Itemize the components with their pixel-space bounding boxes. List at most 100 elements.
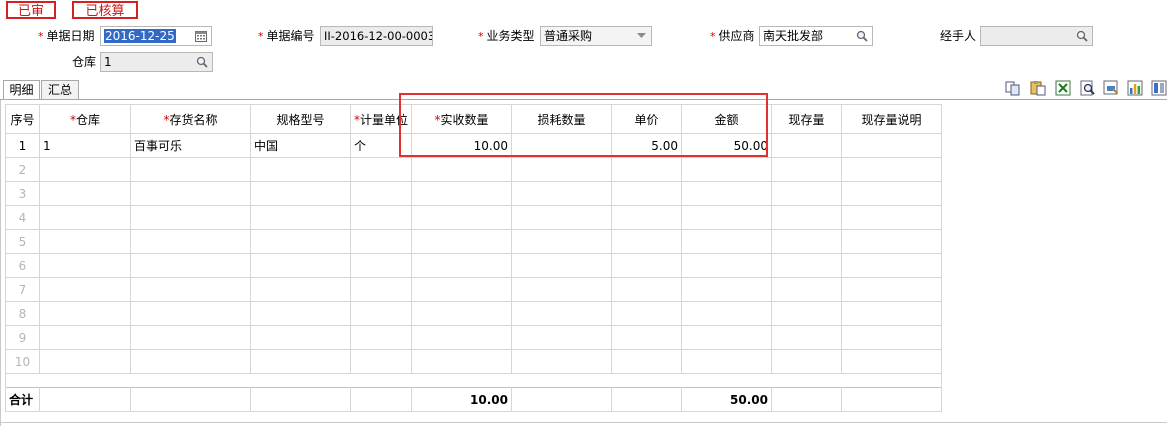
table-row[interactable]: 9 bbox=[5, 325, 943, 350]
cell[interactable] bbox=[771, 157, 843, 182]
cell[interactable] bbox=[511, 229, 613, 254]
date-field[interactable]: 2016-12-25 bbox=[100, 26, 212, 46]
cell-name[interactable]: 百事可乐 bbox=[130, 133, 251, 158]
cell[interactable] bbox=[841, 205, 943, 230]
cell-price[interactable]: 5.00 bbox=[611, 133, 683, 158]
table-row[interactable]: 8 bbox=[5, 301, 943, 326]
cell[interactable] bbox=[39, 325, 131, 350]
cell[interactable] bbox=[611, 253, 683, 278]
col-header-loss[interactable]: 损耗数量 bbox=[511, 104, 613, 134]
paste-icon[interactable] bbox=[1029, 79, 1047, 97]
col-header-name[interactable]: *存货名称 bbox=[130, 104, 251, 134]
cell-spec[interactable]: 中国 bbox=[250, 133, 351, 158]
number-field[interactable]: II-2016-12-00-0003 bbox=[320, 26, 433, 46]
cell[interactable] bbox=[841, 301, 943, 326]
col-header-stock[interactable]: 现存量 bbox=[771, 104, 843, 134]
cell[interactable] bbox=[841, 277, 943, 302]
cell[interactable] bbox=[250, 253, 351, 278]
tab-detail[interactable]: 明细 bbox=[3, 80, 40, 100]
cell[interactable] bbox=[681, 349, 773, 374]
cell[interactable] bbox=[771, 253, 843, 278]
cell[interactable] bbox=[681, 277, 773, 302]
cell[interactable] bbox=[39, 157, 131, 182]
cell[interactable] bbox=[411, 181, 513, 206]
cell[interactable] bbox=[771, 349, 843, 374]
cell[interactable] bbox=[250, 181, 351, 206]
cell[interactable] bbox=[349, 349, 413, 374]
cell[interactable] bbox=[411, 253, 513, 278]
cell-warehouse[interactable]: 1 bbox=[39, 133, 131, 158]
cell[interactable] bbox=[681, 157, 773, 182]
cell[interactable] bbox=[250, 157, 351, 182]
excel-export-icon[interactable] bbox=[1054, 79, 1072, 97]
cell[interactable] bbox=[611, 301, 683, 326]
cell[interactable] bbox=[771, 205, 843, 230]
cell[interactable] bbox=[39, 181, 131, 206]
col-header-spec[interactable]: 规格型号 bbox=[250, 104, 351, 134]
cell[interactable] bbox=[349, 325, 413, 350]
table-row[interactable]: 10 bbox=[5, 349, 943, 374]
cell[interactable] bbox=[511, 301, 613, 326]
cell[interactable] bbox=[39, 205, 131, 230]
cell[interactable] bbox=[130, 349, 251, 374]
table-row[interactable]: 6 bbox=[5, 253, 943, 278]
supplier-field[interactable]: 南天批发部 bbox=[759, 26, 873, 46]
table-row[interactable]: 3 bbox=[5, 181, 943, 206]
cell[interactable] bbox=[39, 349, 131, 374]
cell[interactable] bbox=[511, 325, 613, 350]
handler-field[interactable] bbox=[980, 26, 1093, 46]
cell[interactable] bbox=[681, 301, 773, 326]
cell[interactable] bbox=[511, 253, 613, 278]
cell[interactable] bbox=[130, 157, 251, 182]
settings-icon[interactable] bbox=[1150, 79, 1167, 97]
cell[interactable] bbox=[771, 229, 843, 254]
cell[interactable] bbox=[611, 277, 683, 302]
cell[interactable] bbox=[611, 349, 683, 374]
col-header-price[interactable]: 单价 bbox=[611, 104, 683, 134]
cell[interactable] bbox=[349, 181, 413, 206]
cell[interactable] bbox=[511, 277, 613, 302]
col-header-unit[interactable]: *计量单位 bbox=[349, 104, 413, 134]
cell[interactable] bbox=[39, 301, 131, 326]
cell[interactable] bbox=[841, 229, 943, 254]
cell[interactable] bbox=[130, 253, 251, 278]
cell-unit[interactable]: 个 bbox=[349, 133, 413, 158]
cell[interactable] bbox=[771, 277, 843, 302]
cell[interactable] bbox=[511, 157, 613, 182]
cell[interactable] bbox=[411, 349, 513, 374]
cell[interactable] bbox=[511, 205, 613, 230]
cell[interactable] bbox=[841, 253, 943, 278]
cell[interactable] bbox=[39, 277, 131, 302]
cell[interactable] bbox=[611, 157, 683, 182]
cell[interactable] bbox=[681, 325, 773, 350]
cell[interactable] bbox=[511, 181, 613, 206]
search-icon[interactable] bbox=[194, 54, 210, 70]
cell[interactable] bbox=[250, 349, 351, 374]
cell[interactable] bbox=[250, 301, 351, 326]
cell[interactable] bbox=[411, 229, 513, 254]
table-row[interactable]: 4 bbox=[5, 205, 943, 230]
cell[interactable] bbox=[411, 325, 513, 350]
cell[interactable] bbox=[411, 157, 513, 182]
cell[interactable] bbox=[411, 301, 513, 326]
cell[interactable] bbox=[611, 181, 683, 206]
table-row[interactable]: 1 1 百事可乐 中国 个 10.00 5.00 50.00 bbox=[5, 133, 943, 158]
cell[interactable] bbox=[130, 277, 251, 302]
cell[interactable] bbox=[771, 181, 843, 206]
cell[interactable] bbox=[681, 229, 773, 254]
preview-icon[interactable] bbox=[1079, 79, 1097, 97]
warehouse-field[interactable]: 1 bbox=[100, 52, 213, 72]
cell[interactable] bbox=[611, 205, 683, 230]
cell[interactable] bbox=[130, 229, 251, 254]
tab-summary[interactable]: 汇总 bbox=[41, 80, 79, 99]
cell[interactable] bbox=[349, 301, 413, 326]
col-header-amount[interactable]: 金额 bbox=[681, 104, 773, 134]
cell[interactable] bbox=[411, 277, 513, 302]
cell[interactable] bbox=[841, 325, 943, 350]
cell[interactable] bbox=[130, 181, 251, 206]
cell-stock-note[interactable] bbox=[841, 133, 943, 158]
cell[interactable] bbox=[250, 325, 351, 350]
table-row[interactable]: 7 bbox=[5, 277, 943, 302]
cell[interactable] bbox=[511, 349, 613, 374]
cell[interactable] bbox=[681, 253, 773, 278]
